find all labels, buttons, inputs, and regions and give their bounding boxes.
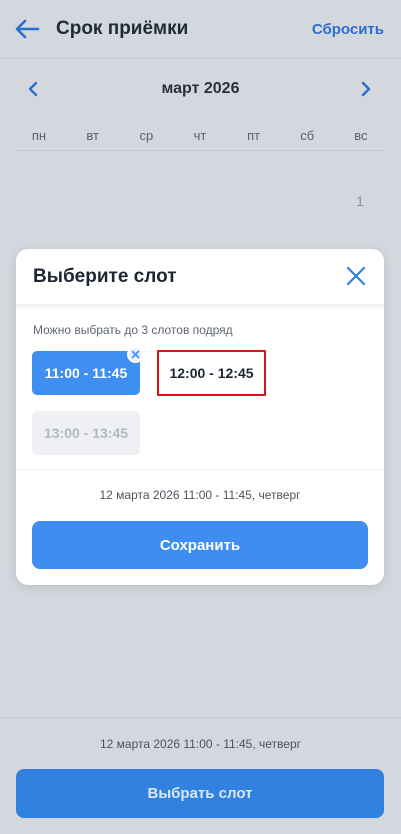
month-navigation: март 2026 — [0, 76, 401, 104]
remove-slot-button[interactable] — [127, 346, 144, 363]
close-icon[interactable] — [346, 266, 366, 286]
header-shadow — [16, 304, 384, 310]
back-arrow-icon[interactable] — [14, 18, 40, 40]
chevron-right-icon[interactable] — [359, 80, 373, 98]
close-small-icon — [131, 350, 140, 359]
slot-limit-hint: Можно выбрать до 3 слотов подряд — [33, 323, 233, 337]
weekday-header: пн вт ср чт пт сб вс — [16, 128, 384, 143]
slot-picker-modal: Выберите слот Можно выбрать до 3 слотов … — [16, 249, 384, 585]
month-label: март 2026 — [161, 80, 240, 97]
weekday-sat: сб — [300, 128, 315, 143]
top-bar: Срок приёмки Сбросить — [0, 0, 401, 58]
divider — [0, 58, 401, 59]
weekday-tue: вт — [86, 128, 99, 143]
modal-title: Выберите слот — [33, 266, 177, 287]
divider — [0, 717, 401, 718]
divider — [16, 150, 384, 151]
weekday-thu: чт — [193, 128, 207, 143]
modal-selected-summary: 12 марта 2026 11:00 - 11:45, четверг — [99, 488, 301, 502]
choose-slot-button[interactable]: Выбрать слот — [16, 769, 384, 818]
page-title: Срок приёмки — [56, 18, 189, 39]
weekday-mon: пн — [31, 128, 47, 143]
divider — [16, 469, 384, 470]
slot-option-disabled: 13:00 - 13:45 — [32, 411, 140, 455]
weekday-fri: пт — [247, 128, 261, 143]
selected-slot-summary: 12 марта 2026 11:00 - 11:45, четверг — [99, 737, 301, 751]
calendar-day[interactable]: 1 — [350, 193, 370, 209]
slot-option[interactable]: 12:00 - 12:45 — [157, 350, 266, 396]
save-button[interactable]: Сохранить — [32, 521, 368, 569]
weekday-sun: вс — [354, 128, 368, 143]
slot-option-selected[interactable]: 11:00 - 11:45 — [32, 351, 140, 395]
weekday-wed: ср — [139, 128, 154, 143]
reset-button[interactable]: Сбросить — [312, 21, 384, 38]
